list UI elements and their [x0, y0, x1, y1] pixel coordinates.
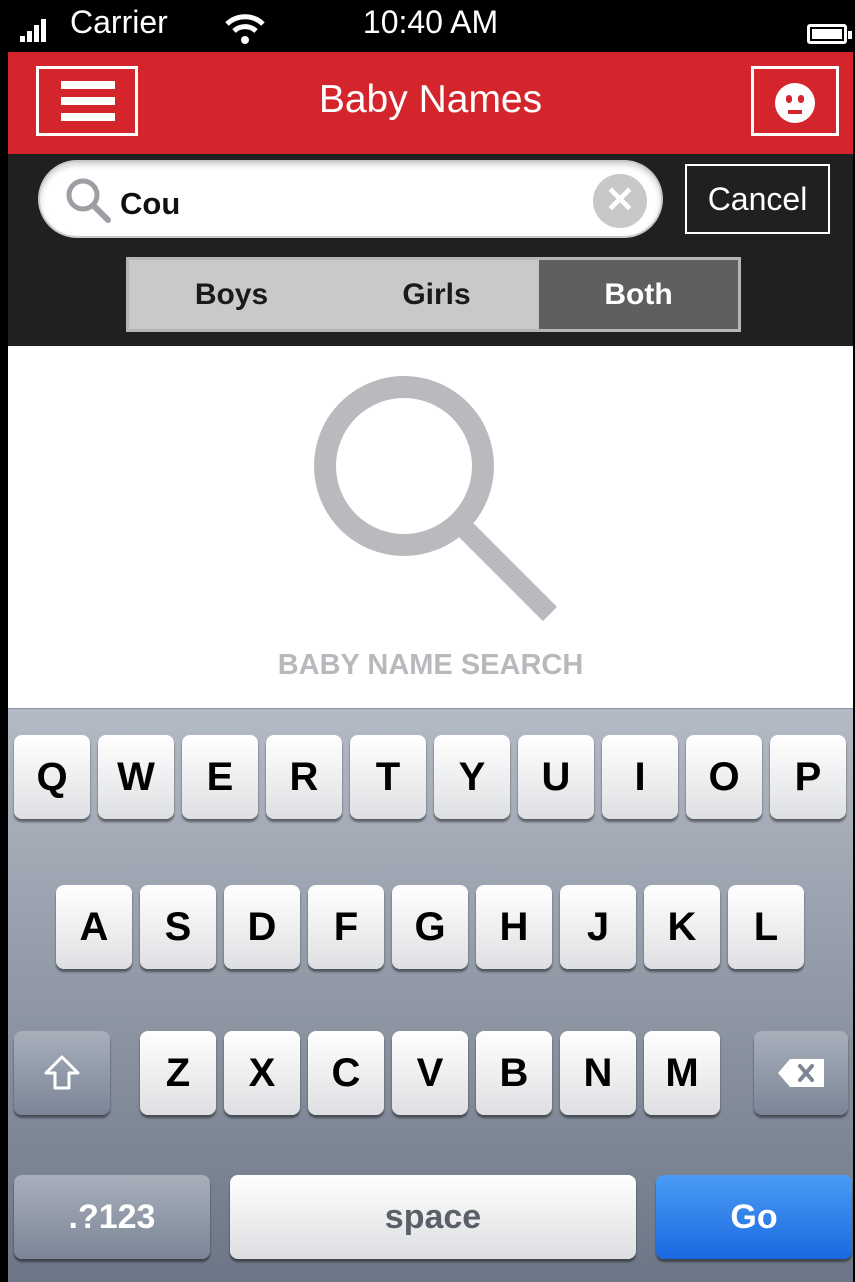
profile-button[interactable]: [751, 66, 839, 136]
key-c[interactable]: C: [308, 1031, 384, 1115]
key-m[interactable]: M: [644, 1031, 720, 1115]
key-g[interactable]: G: [392, 885, 468, 969]
key-l[interactable]: L: [728, 885, 804, 969]
search-bar-area: Cou ✕ Cancel Boys Girls Both: [8, 154, 853, 346]
search-icon: [66, 178, 111, 223]
key-y[interactable]: Y: [434, 735, 510, 819]
page-title: Baby Names: [318, 78, 543, 121]
clock: 10:40 AM: [362, 4, 499, 40]
key-i[interactable]: I: [602, 735, 678, 819]
search-input[interactable]: Cou ✕: [38, 160, 663, 238]
key-z[interactable]: Z: [140, 1031, 216, 1115]
numbers-key[interactable]: .?123: [14, 1175, 210, 1259]
key-h[interactable]: H: [476, 885, 552, 969]
phone-screen: Carrier 10:40 AM Baby Names Cou ✕ Cancel…: [0, 0, 855, 1282]
key-v[interactable]: V: [392, 1031, 468, 1115]
clear-search-button[interactable]: ✕: [593, 174, 647, 228]
key-b[interactable]: B: [476, 1031, 552, 1115]
key-r[interactable]: R: [266, 735, 342, 819]
empty-state-label: BABY NAME SEARCH: [277, 649, 584, 681]
cancel-button[interactable]: Cancel: [685, 164, 830, 234]
space-key[interactable]: space: [230, 1175, 636, 1259]
results-area: BABY NAME SEARCH: [8, 346, 853, 708]
key-p[interactable]: P: [770, 735, 846, 819]
key-q[interactable]: Q: [14, 735, 90, 819]
key-s[interactable]: S: [140, 885, 216, 969]
key-e[interactable]: E: [182, 735, 258, 819]
key-o[interactable]: O: [686, 735, 762, 819]
on-screen-keyboard: Q W E R T Y U I O P A S D F G H J K L Z …: [8, 708, 853, 1282]
backspace-key[interactable]: [754, 1031, 848, 1115]
status-bar: Carrier 10:40 AM: [8, 0, 853, 52]
key-a[interactable]: A: [56, 885, 132, 969]
search-query-text: Cou: [120, 186, 181, 221]
shift-key[interactable]: [14, 1031, 110, 1115]
battery-icon: [807, 24, 852, 44]
key-t[interactable]: T: [350, 735, 426, 819]
backspace-icon: [778, 1059, 824, 1087]
key-w[interactable]: W: [98, 735, 174, 819]
segment-girls[interactable]: Girls: [334, 260, 539, 329]
key-f[interactable]: F: [308, 885, 384, 969]
shift-icon: [44, 1055, 80, 1090]
go-key[interactable]: Go: [656, 1175, 852, 1259]
face-icon: [775, 83, 815, 123]
gender-filter: Boys Girls Both: [126, 257, 741, 332]
nav-bar: Baby Names: [8, 52, 853, 154]
search-icon: [314, 376, 558, 622]
segment-boys[interactable]: Boys: [129, 260, 334, 329]
key-x[interactable]: X: [224, 1031, 300, 1115]
clear-icon: ✕: [604, 179, 636, 220]
key-j[interactable]: J: [560, 885, 636, 969]
key-k[interactable]: K: [644, 885, 720, 969]
key-d[interactable]: D: [224, 885, 300, 969]
key-u[interactable]: U: [518, 735, 594, 819]
segment-both[interactable]: Both: [539, 260, 738, 329]
key-n[interactable]: N: [560, 1031, 636, 1115]
